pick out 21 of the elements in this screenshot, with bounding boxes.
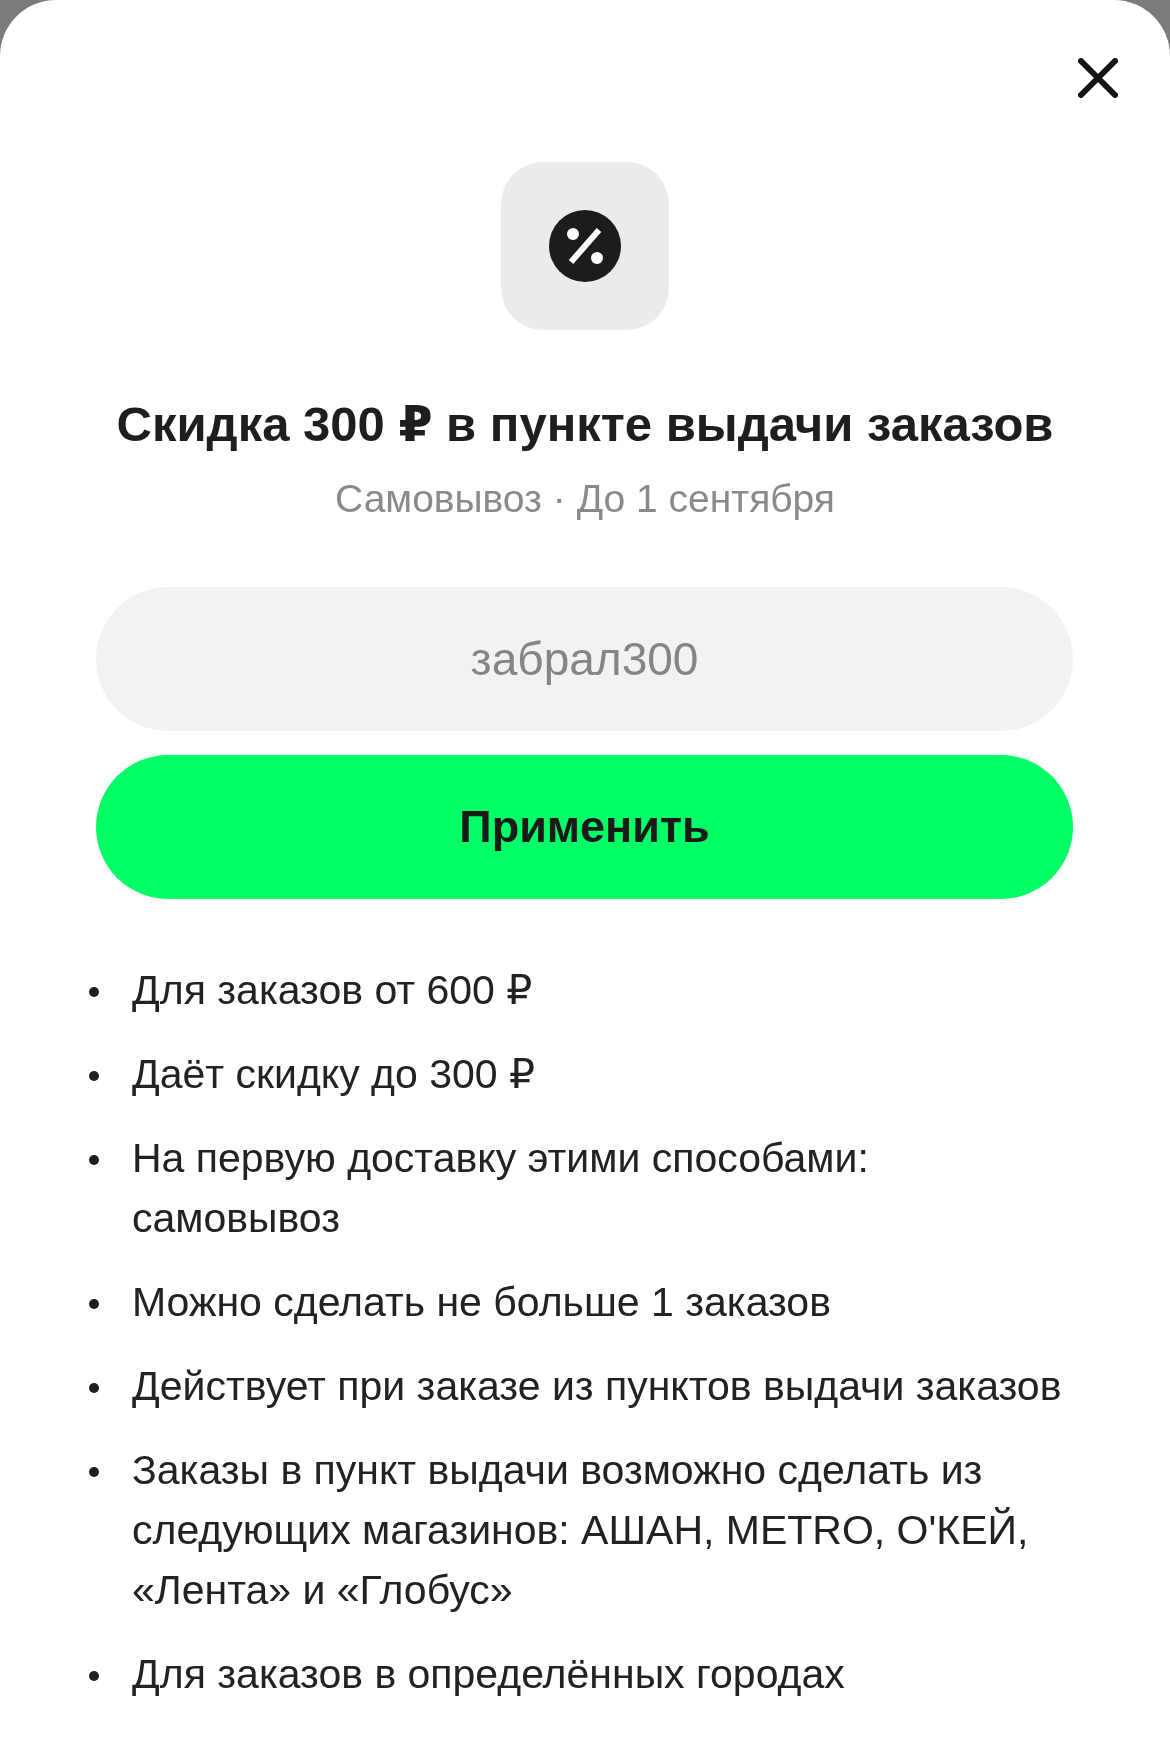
promo-title: Скидка 300 ₽ в пункте выдачи заказов [116, 396, 1054, 453]
condition-text: Даёт скидку до 300 ₽ [132, 1050, 536, 1099]
bullet-icon [89, 1383, 99, 1393]
close-button[interactable] [1078, 58, 1118, 98]
promo-code-field[interactable]: забрал300 [96, 587, 1073, 731]
condition-text: Для заказов в определённых городах [132, 1650, 845, 1699]
close-icon [1078, 58, 1118, 98]
promo-subtitle: Самовывоз · До 1 сентября [335, 476, 835, 522]
condition-text: Действует при заказе из пунктов выдачи заказов [132, 1362, 1062, 1411]
apply-button[interactable]: Применить [96, 755, 1073, 899]
condition-text: Заказы в пункт выдачи возможно сделать из следующих магазинов: АШАН, METRO, О'КЕЙ, «Лента» и «Глобус» [132, 1446, 1030, 1615]
condition-text: Можно сделать не больше 1 заказов [132, 1278, 831, 1327]
bullet-icon [89, 1071, 99, 1081]
bullet-icon [89, 1155, 99, 1165]
bullet-icon [89, 1299, 99, 1309]
bullet-icon [89, 1467, 99, 1477]
condition-text: На первую доставку этими способами: самовывоз [132, 1134, 870, 1243]
percent-icon [501, 162, 669, 330]
condition-text: Для заказов от 600 ₽ [132, 966, 533, 1015]
bullet-icon [89, 1671, 99, 1681]
bullet-icon [89, 987, 99, 997]
